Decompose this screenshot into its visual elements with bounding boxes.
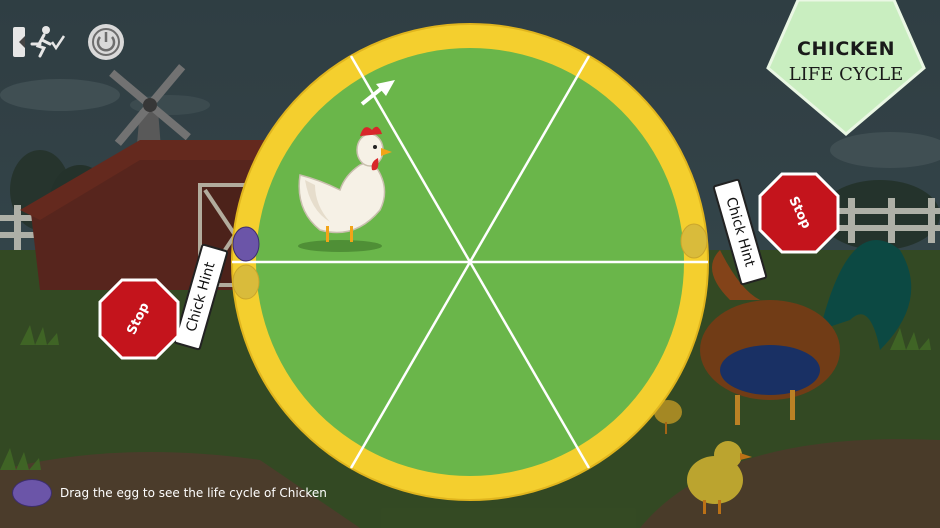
life-cycle-wheel — [231, 23, 709, 501]
egg-slot-left-upper — [232, 226, 260, 262]
instruction-text: Drag the egg to see the life cycle of Ch… — [60, 486, 327, 500]
title-line-2: LIFE CYCLE — [788, 64, 904, 85]
power-icon — [88, 24, 124, 60]
power-button[interactable] — [86, 22, 126, 62]
draggable-egg[interactable] — [12, 479, 52, 507]
title-badge: CHICKEN LIFE CYCLE — [766, 0, 926, 136]
stop-sign-right[interactable]: Stop — [758, 172, 840, 254]
exit-button[interactable] — [10, 22, 66, 62]
exit-running-icon — [13, 26, 66, 58]
instruction-bar: Drag the egg to see the life cycle of Ch… — [12, 478, 327, 508]
egg-slot-right — [680, 223, 708, 259]
stop-sign-left[interactable]: Stop — [98, 278, 180, 360]
egg-slot-left-lower — [232, 264, 260, 300]
title-line-1: CHICKEN — [797, 38, 895, 60]
